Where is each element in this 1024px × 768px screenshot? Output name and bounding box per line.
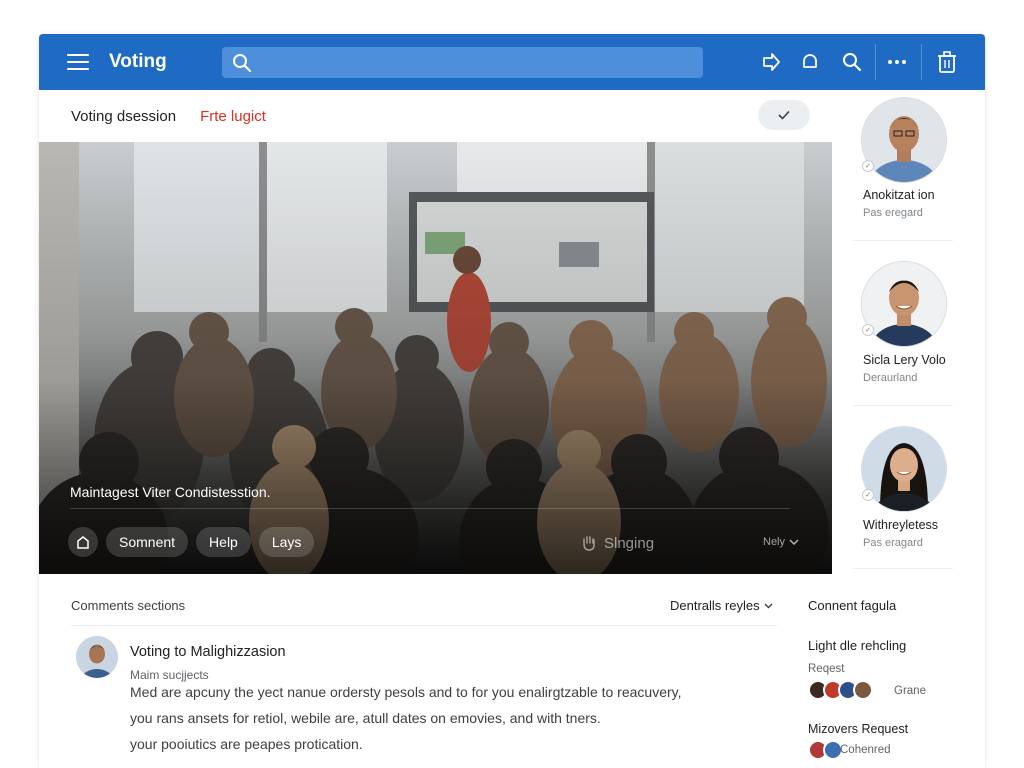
request-title[interactable]: Mizovers Request <box>808 722 908 736</box>
check-button[interactable] <box>758 100 810 130</box>
staging-label: Slnging <box>604 534 655 552</box>
status-icon: ✓ <box>862 160 874 172</box>
sort-dropdown[interactable]: Dentralls reyles <box>670 598 773 613</box>
participant-status: Deraurland <box>863 372 918 384</box>
comment-body-line: your pooiutics are peapes protication. <box>130 736 363 752</box>
search-input[interactable] <box>262 54 682 71</box>
chevron-down-icon <box>764 603 773 608</box>
participant-name: Withreyletess <box>863 518 939 532</box>
avatar[interactable]: ✓ <box>862 98 946 182</box>
home-icon <box>77 536 89 549</box>
divider <box>853 240 953 241</box>
help-chip[interactable]: Help <box>196 527 251 557</box>
search-icon <box>233 53 252 72</box>
lays-chip[interactable]: Lays <box>258 527 315 557</box>
discussion-video[interactable]: Maintagest Viter Condistesstion. Somnent… <box>39 142 832 574</box>
discussion-tag[interactable]: Frte lugict <box>200 108 266 125</box>
check-icon <box>778 110 790 120</box>
divider <box>853 568 953 569</box>
avatar <box>853 680 873 700</box>
divider <box>70 508 790 509</box>
hand-icon <box>583 536 595 551</box>
top-app-bar: Voting <box>39 34 985 90</box>
comments-section: Comments sections Dentralls reyles Votin… <box>39 574 799 768</box>
more-dropdown[interactable]: Nely <box>763 536 799 548</box>
video-caption: Maintagest Viter Condistesstion. <box>70 484 271 500</box>
request-title[interactable]: Light dle rehcling <box>808 638 906 653</box>
divider <box>853 405 953 406</box>
avatar-group[interactable] <box>808 740 843 760</box>
divider <box>71 625 777 626</box>
bell-icon[interactable] <box>798 50 822 74</box>
participant-name: Sicla Lery Volo <box>863 353 946 367</box>
participant-status: Pas eregard <box>863 207 923 219</box>
staging-status[interactable]: Slnging <box>580 534 654 552</box>
app-title: Voting <box>109 51 167 72</box>
group-label: Grane <box>894 685 926 697</box>
discussion-title: Voting dsession <box>71 107 177 125</box>
search-bar[interactable] <box>222 47 703 78</box>
home-button[interactable] <box>68 527 98 557</box>
panel-heading: Connent fagula <box>808 598 897 613</box>
discussion-header: Voting dsession Frte lugict <box>39 90 831 142</box>
trash-icon[interactable] <box>935 50 959 74</box>
sort-label: Dentralls reyles <box>670 598 760 613</box>
participant-status: Pas eragard <box>863 537 923 549</box>
request-subtitle: Reqest <box>808 663 845 675</box>
comment-title[interactable]: Voting to Malighizzasion <box>130 644 286 660</box>
audience-photo <box>39 142 832 574</box>
participant-name: Anokitzat ion <box>863 188 935 202</box>
more-label: Nely <box>763 536 786 548</box>
status-icon: ✓ <box>862 324 874 336</box>
comment-body-line: you rans ansets for retiol, webile are, … <box>130 710 601 726</box>
comment-body-line: Med are apcuny the yect nanue ordersty p… <box>130 684 682 700</box>
avatar[interactable]: ✓ <box>862 427 946 511</box>
comments-heading: Comments sections <box>71 598 186 613</box>
requests-panel: Connent fagula Light dle rehcling Reqest… <box>807 574 985 768</box>
video-controls: Somnent Help Lays <box>68 527 315 557</box>
share-icon[interactable] <box>759 50 783 74</box>
menu-icon[interactable] <box>67 54 89 70</box>
avatar-group[interactable] <box>808 680 873 700</box>
search-icon[interactable] <box>840 50 864 74</box>
avatar[interactable]: ✓ <box>862 262 946 346</box>
app-window: Voting Voting dsession Frte lugict Maint… <box>39 34 985 768</box>
comment-chip[interactable]: Somnent <box>106 527 189 557</box>
comment-subtitle: Maim sucjjects <box>130 668 209 682</box>
more-icon[interactable] <box>885 50 909 74</box>
avatar[interactable] <box>76 636 118 678</box>
status-icon: ✓ <box>862 489 874 501</box>
request-status: Cohenred <box>840 744 891 756</box>
chevron-down-icon <box>789 539 799 545</box>
participants-list: ✓ Anokitzat ion Pas eregard ✓ Sicla Lery… <box>853 90 985 576</box>
